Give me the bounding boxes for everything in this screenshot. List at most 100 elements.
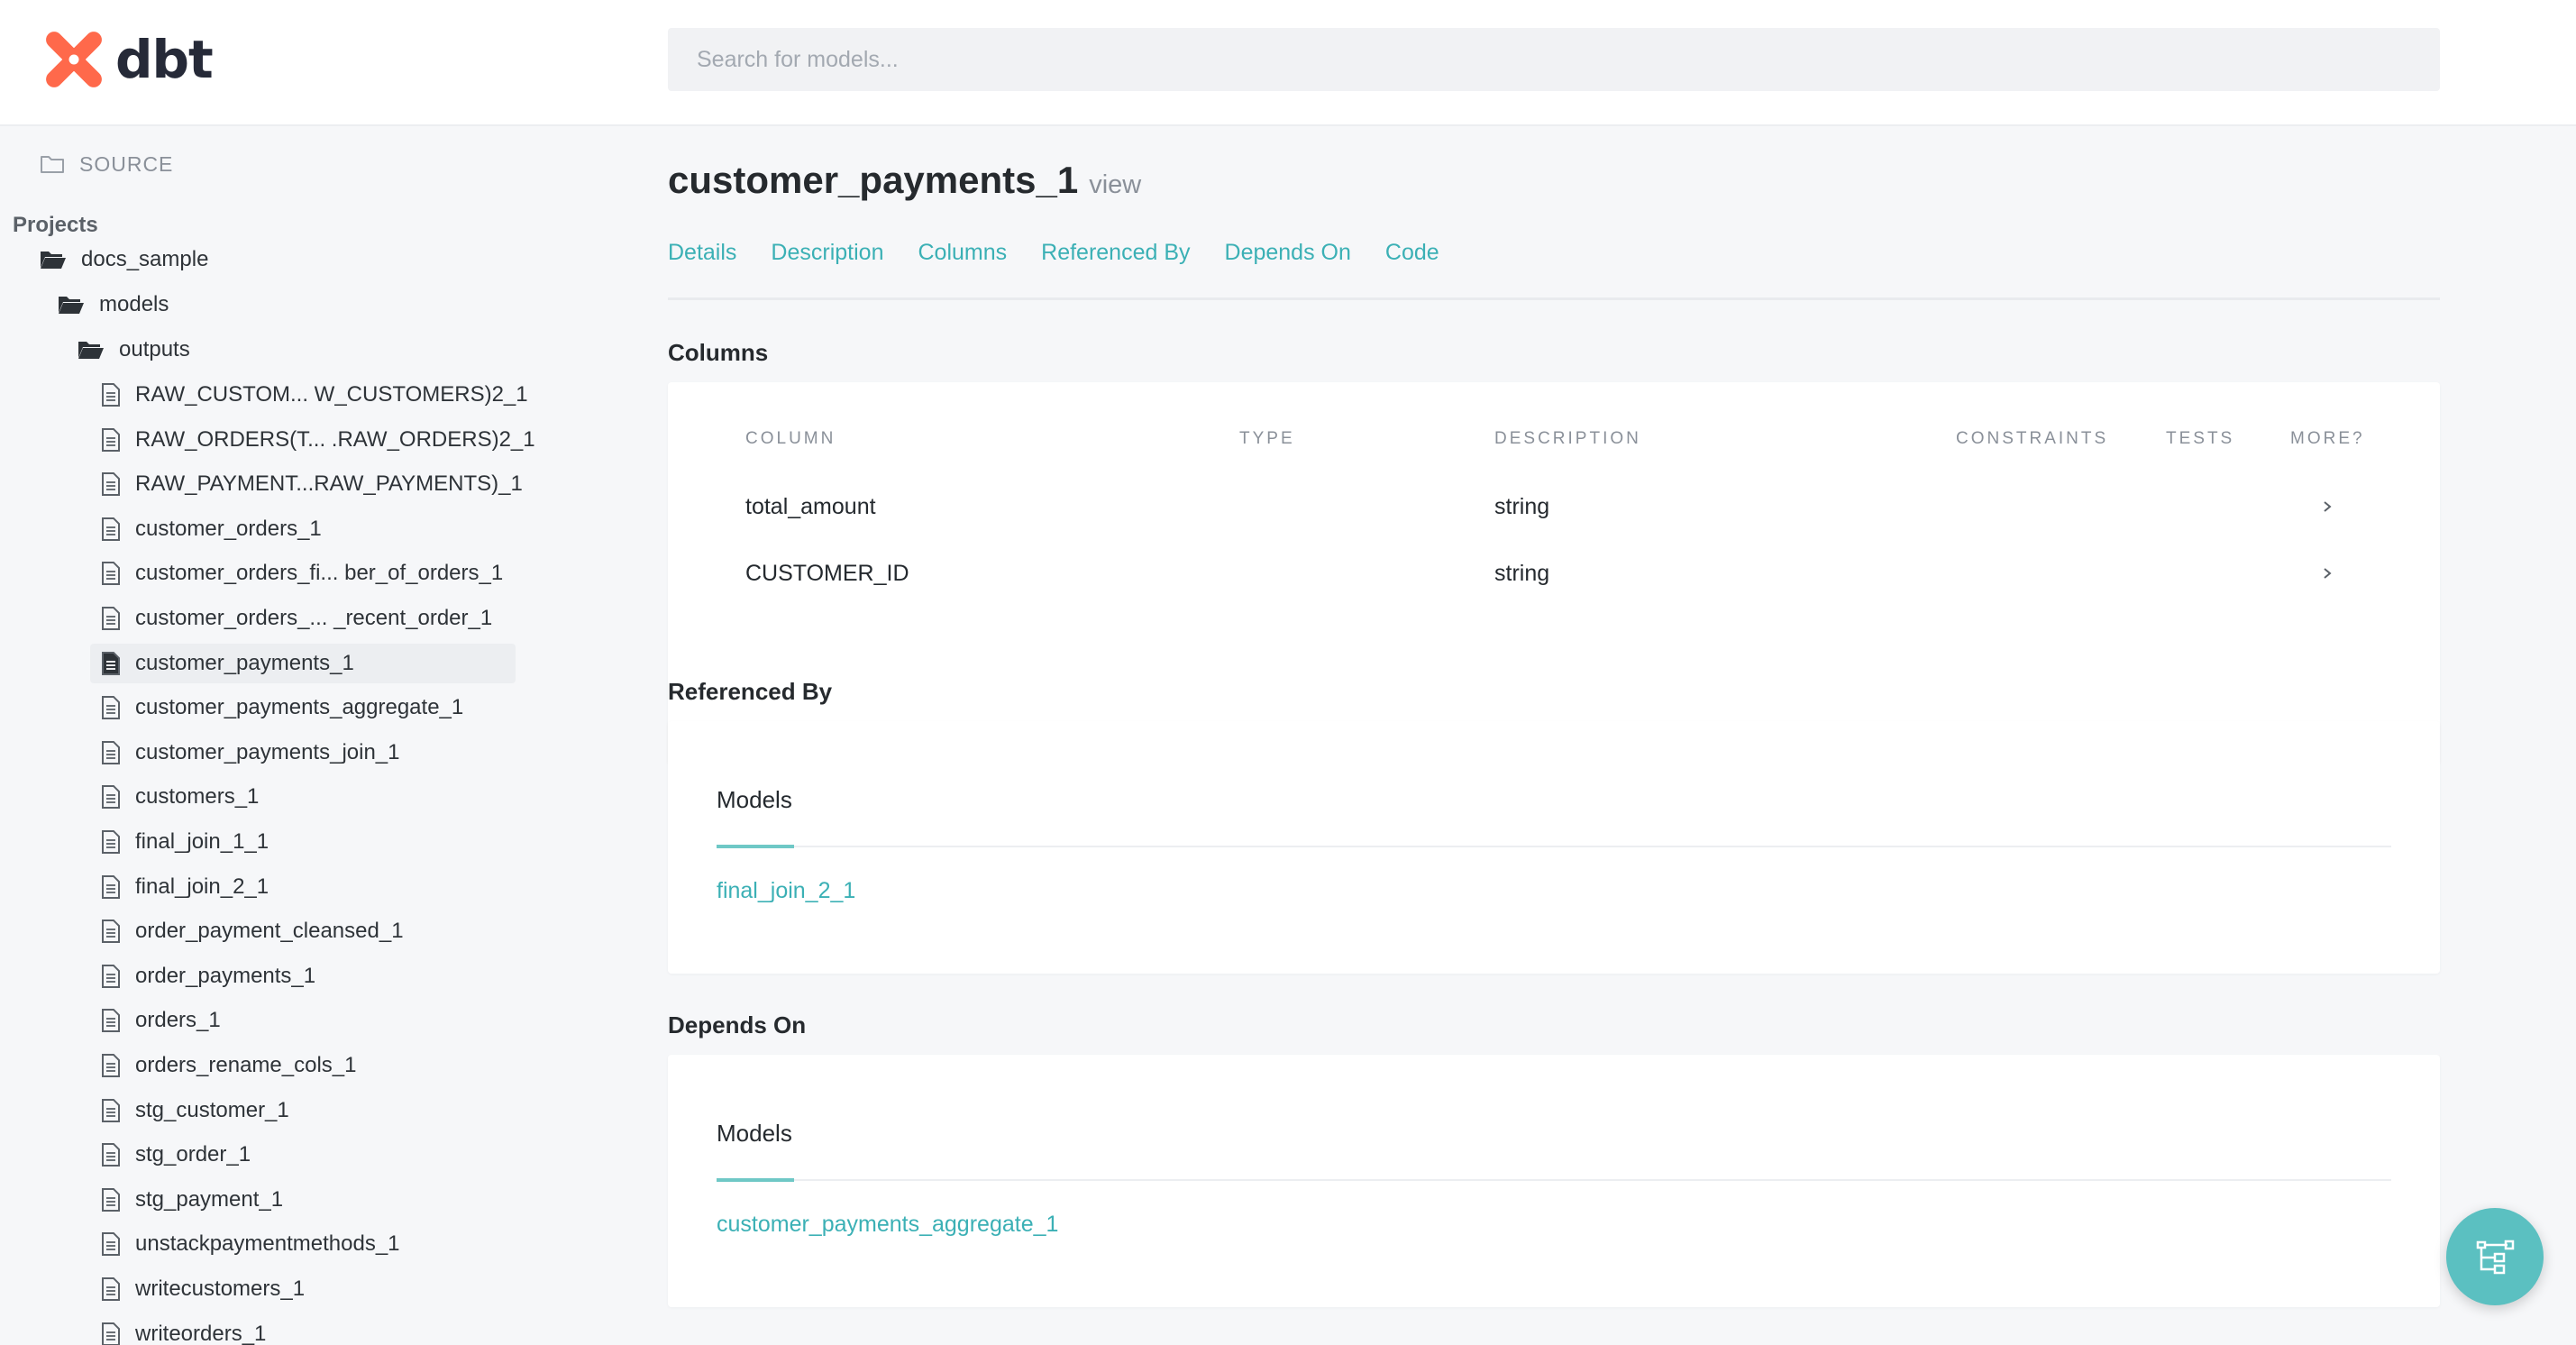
- file-icon: [102, 651, 120, 675]
- tree-file[interactable]: customer_orders_... _recent_order_1: [101, 599, 492, 638]
- tab-description[interactable]: Description: [771, 240, 883, 266]
- referenced-by-model-link[interactable]: final_join_2_1: [717, 878, 855, 904]
- tree-label: customer_payments_aggregate_1: [135, 695, 464, 720]
- active-tab-indicator: [717, 1178, 794, 1182]
- tree-label: writecustomers_1: [135, 1276, 306, 1301]
- depends-on-models-tab[interactable]: Models: [717, 1120, 792, 1148]
- folder-open-icon: [78, 342, 104, 359]
- tab-columns[interactable]: Columns: [918, 240, 1007, 266]
- columns-card: COLUMN TYPE DESCRIPTION CONSTRAINTS TEST…: [668, 382, 2440, 764]
- tree-file[interactable]: customer_payments_aggregate_1: [101, 688, 463, 727]
- referenced-by-heading: Referenced By: [668, 678, 833, 705]
- file-icon: [102, 1322, 120, 1345]
- lineage-graph-button[interactable]: [2446, 1208, 2544, 1305]
- tab-referenced-by[interactable]: Referenced By: [1041, 240, 1190, 266]
- sidebar: SOURCE Projects docs_sample models outpu…: [0, 126, 559, 1345]
- tree-file[interactable]: order_payments_1: [101, 956, 315, 996]
- tree-file[interactable]: writecustomers_1: [101, 1269, 305, 1309]
- file-icon: [102, 874, 120, 899]
- tree-file[interactable]: RAW_PAYMENT...RAW_PAYMENTS)_1: [101, 464, 523, 504]
- tree-label: final_join_1_1: [135, 829, 269, 854]
- tree-label: RAW_PAYMENT...RAW_PAYMENTS)_1: [135, 471, 523, 497]
- file-icon: [102, 920, 120, 944]
- divider: [717, 846, 2391, 847]
- tree-label: orders_rename_cols_1: [135, 1053, 357, 1077]
- tree-file[interactable]: customer_orders_fi... ber_of_orders_1: [101, 554, 503, 593]
- dbt-logo[interactable]: dbt: [41, 27, 214, 92]
- file-icon: [102, 1098, 120, 1122]
- tree-label: customer_payments_join_1: [135, 739, 400, 764]
- file-icon: [102, 830, 120, 854]
- file-icon: [102, 696, 120, 720]
- column-description: string: [1494, 561, 1550, 586]
- tree-folder-models[interactable]: models: [58, 285, 169, 325]
- model-materialization: view: [1089, 170, 1142, 199]
- tree-label: docs_sample: [81, 247, 209, 271]
- tree-file[interactable]: RAW_ORDERS(T... .RAW_ORDERS)2_1: [101, 420, 535, 460]
- chevron-right-icon[interactable]: [2321, 498, 2334, 516]
- divider: [717, 1179, 2391, 1181]
- depends-on-model-link[interactable]: customer_payments_aggregate_1: [717, 1212, 1058, 1238]
- page-title: customer_payments_1 view: [668, 159, 1141, 202]
- depends-on-heading: Depends On: [668, 1011, 807, 1038]
- depends-on-card: Models customer_payments_aggregate_1: [668, 1055, 2440, 1307]
- tree-file[interactable]: stg_customer_1: [101, 1091, 289, 1130]
- tree-file[interactable]: writeorders_1: [101, 1314, 266, 1345]
- tab-depends-on[interactable]: Depends On: [1225, 240, 1351, 266]
- column-header-more: MORE?: [2290, 429, 2365, 448]
- tree-project-docs-sample[interactable]: docs_sample: [40, 240, 208, 279]
- top-bar: dbt: [0, 0, 2576, 126]
- tree-file[interactable]: customer_orders_1: [101, 509, 322, 549]
- column-header-tests: TESTS: [2166, 429, 2235, 448]
- tree-label: unstackpaymentmethods_1: [135, 1231, 400, 1257]
- file-icon: [102, 1009, 120, 1033]
- tree-file[interactable]: order_payment_cleansed_1: [101, 911, 404, 951]
- tree-file-active[interactable]: customer_payments_1: [90, 643, 516, 683]
- file-icon: [102, 1187, 120, 1212]
- source-label: SOURCE: [79, 151, 174, 176]
- dbt-logo-icon: [46, 32, 102, 87]
- lineage-graph-icon: [2476, 1240, 2515, 1275]
- folder-open-icon: [59, 297, 84, 314]
- tabs-divider: [668, 297, 2440, 300]
- tree-file[interactable]: customer_payments_join_1: [101, 733, 400, 773]
- active-tab-indicator: [717, 845, 794, 848]
- chevron-right-icon[interactable]: [2321, 564, 2334, 582]
- search-input[interactable]: [668, 28, 2440, 91]
- sidebar-source-item[interactable]: SOURCE: [40, 144, 173, 184]
- model-name: customer_payments_1: [668, 159, 1079, 201]
- tree-folder-outputs[interactable]: outputs: [78, 330, 190, 370]
- tree-label: customer_orders_1: [135, 516, 322, 541]
- tree-label: outputs: [119, 337, 190, 361]
- tree-file[interactable]: stg_payment_1: [101, 1180, 283, 1220]
- file-icon: [102, 964, 120, 988]
- section-tabs: Details Description Columns Referenced B…: [668, 240, 1474, 266]
- tree-file[interactable]: orders_1: [101, 1001, 221, 1040]
- tree-file[interactable]: customers_1: [101, 777, 259, 817]
- tree-label: final_join_2_1: [135, 874, 269, 899]
- tab-details[interactable]: Details: [668, 240, 736, 266]
- tree-file[interactable]: orders_rename_cols_1: [101, 1046, 356, 1085]
- folder-open-icon: [41, 252, 66, 269]
- file-icon: [102, 1232, 120, 1257]
- column-name: CUSTOMER_ID: [745, 561, 909, 586]
- tree-file[interactable]: stg_order_1: [101, 1135, 251, 1175]
- tree-label: customer_orders_... _recent_order_1: [135, 606, 493, 630]
- tree-label: stg_customer_1: [135, 1097, 289, 1122]
- tab-code[interactable]: Code: [1385, 240, 1439, 266]
- file-icon: [102, 472, 120, 497]
- tree-label: order_payment_cleansed_1: [135, 919, 404, 944]
- referenced-by-models-tab[interactable]: Models: [717, 786, 792, 814]
- logo-text: dbt: [115, 29, 214, 90]
- file-icon: [102, 1143, 120, 1167]
- tree-file[interactable]: final_join_1_1: [101, 822, 269, 862]
- file-icon: [102, 740, 120, 764]
- file-icon: [102, 1054, 120, 1077]
- file-icon: [102, 562, 120, 586]
- tree-file[interactable]: RAW_CUSTOM... W_CUSTOMERS)2_1: [101, 375, 528, 415]
- tree-file[interactable]: final_join_2_1: [101, 867, 269, 907]
- file-icon: [102, 383, 120, 407]
- file-icon: [102, 785, 120, 810]
- tree-file[interactable]: unstackpaymentmethods_1: [101, 1224, 400, 1264]
- tree-label: order_payments_1: [135, 963, 316, 988]
